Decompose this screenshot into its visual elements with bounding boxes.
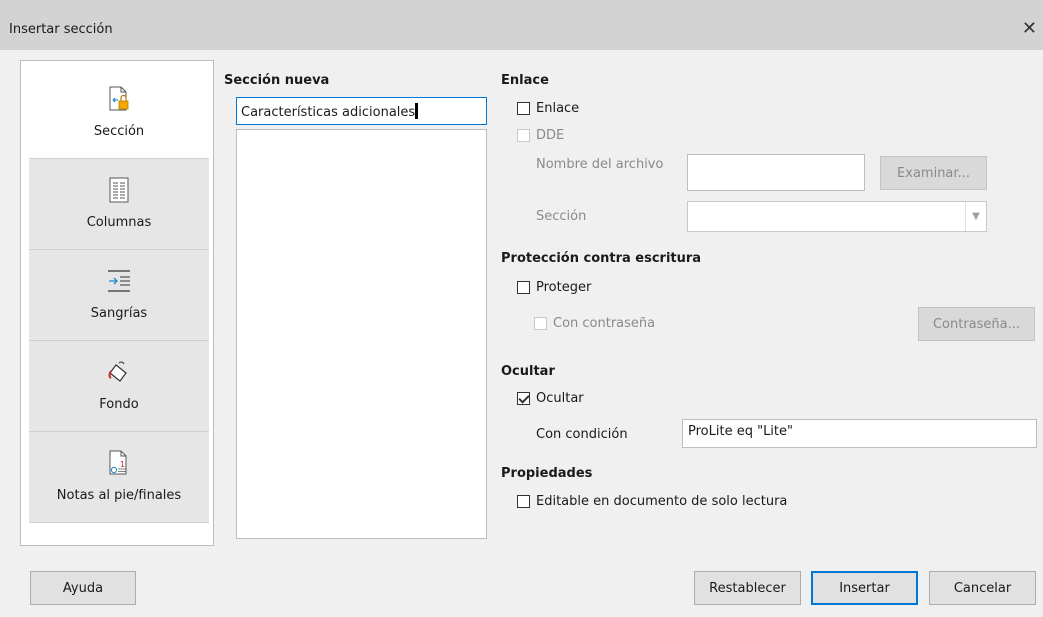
editable-checkbox-row[interactable]: Editable en documento de solo lectura	[517, 494, 787, 509]
indent-icon	[108, 270, 130, 292]
condition-value: ProLite eq "Lite"	[688, 424, 793, 439]
editable-checkbox[interactable]	[517, 495, 530, 508]
window-title: Insertar sección	[9, 22, 113, 37]
close-icon[interactable]: ✕	[1022, 18, 1037, 39]
hide-checkbox-row[interactable]: Ocultar	[517, 391, 584, 406]
protect-checkbox-row[interactable]: Proteger	[517, 280, 591, 295]
tab-label: Sección	[93, 124, 145, 139]
editable-checkbox-label: Editable en documento de solo lectura	[536, 494, 788, 509]
browse-button[interactable]: Examinar...	[880, 156, 987, 190]
help-button[interactable]: Ayuda	[30, 571, 136, 605]
insert-button[interactable]: Insertar	[811, 571, 918, 605]
dde-checkbox-row[interactable]: DDE	[517, 128, 564, 143]
protect-checkbox-label: Proteger	[536, 280, 592, 295]
cancel-button[interactable]: Cancelar	[929, 571, 1036, 605]
columns-icon	[109, 177, 129, 203]
svg-text:1: 1	[120, 460, 125, 469]
reset-button[interactable]: Restablecer	[694, 571, 801, 605]
tab-seccion[interactable]: Sección	[29, 68, 209, 159]
filename-field[interactable]	[687, 154, 865, 191]
condition-field[interactable]: ProLite eq "Lite"	[682, 419, 1037, 448]
properties-heading: Propiedades	[501, 466, 593, 481]
section-name-input[interactable]: Características adicionales	[236, 97, 487, 125]
password-button[interactable]: Contraseña...	[918, 307, 1035, 341]
paint-bucket-icon	[108, 361, 127, 382]
link-checkbox-row[interactable]: Enlace	[517, 101, 579, 116]
filename-label: Nombre del archivo	[536, 157, 664, 172]
link-checkbox-label: Enlace	[536, 101, 580, 116]
footnote-icon: 1	[109, 450, 127, 475]
link-heading: Enlace	[501, 73, 549, 88]
text-caret	[415, 103, 419, 119]
link-section-select[interactable]: ▼	[687, 201, 987, 232]
protection-heading: Protección contra escritura	[501, 251, 702, 266]
tab-label: Fondo	[99, 397, 139, 412]
section-list[interactable]	[236, 129, 487, 539]
hide-heading: Ocultar	[501, 364, 555, 379]
protect-checkbox[interactable]	[517, 281, 530, 294]
dde-checkbox-label: DDE	[536, 128, 565, 143]
hide-checkbox-label: Ocultar	[536, 391, 584, 406]
tab-columnas[interactable]: Columnas	[29, 159, 209, 250]
tab-fondo[interactable]: Fondo	[29, 341, 209, 432]
password-checkbox-label: Con contraseña	[553, 316, 656, 331]
section-name-value: Características adicionales	[241, 105, 416, 120]
tab-label: Columnas	[86, 215, 152, 230]
category-sidebar: Sección Columnas Sangrías Fondo 1 Notas …	[20, 60, 214, 546]
condition-label: Con condición	[536, 427, 628, 442]
dde-checkbox[interactable]	[517, 129, 530, 142]
password-checkbox-row[interactable]: Con contraseña	[534, 316, 655, 331]
hide-checkbox[interactable]	[517, 392, 530, 405]
link-section-label: Sección	[536, 209, 587, 224]
new-section-heading: Sección nueva	[224, 73, 330, 88]
chevron-down-icon[interactable]: ▼	[965, 202, 986, 231]
tab-sangrias[interactable]: Sangrías	[29, 250, 209, 341]
link-checkbox[interactable]	[517, 102, 530, 115]
tab-notas[interactable]: 1 Notas al pie/finales	[29, 432, 209, 523]
section-lock-icon	[109, 86, 129, 111]
title-bar: Insertar sección ✕	[0, 0, 1043, 50]
password-checkbox[interactable]	[534, 317, 547, 330]
tab-label: Sangrías	[90, 306, 148, 321]
tab-label: Notas al pie/finales	[56, 488, 182, 503]
